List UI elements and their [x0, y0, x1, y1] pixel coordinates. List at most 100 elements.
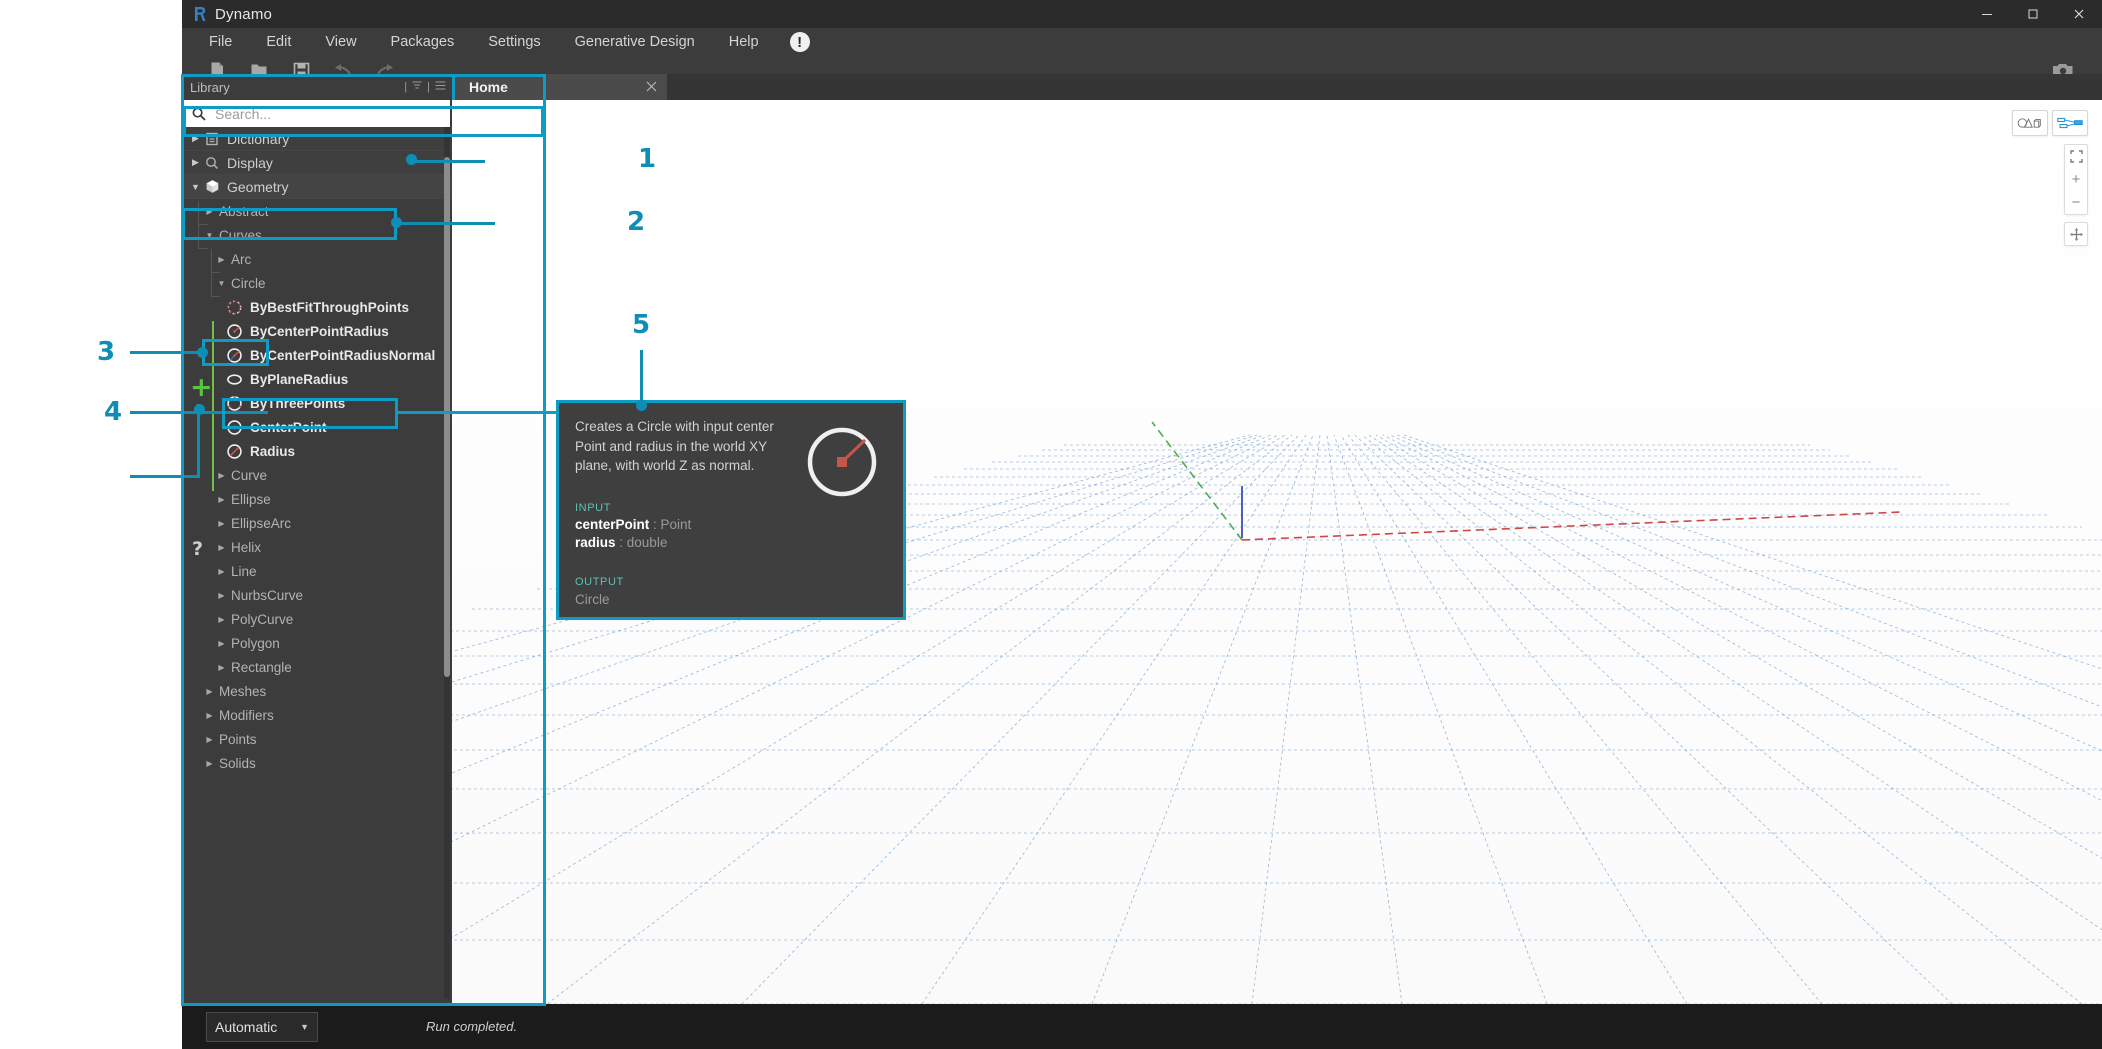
sidebar-item-nurbscurve[interactable]: ▶ NurbsCurve [182, 583, 452, 607]
menu-item-settings[interactable]: Settings [471, 28, 557, 56]
callout-3-dot [197, 347, 208, 358]
chevron-right-icon[interactable]: ▶ [204, 759, 215, 768]
circle-centerradius-icon [222, 321, 246, 341]
node-bycenterpointradius[interactable]: ByCenterPointRadius [182, 319, 452, 343]
chevron-down-icon[interactable]: ▼ [190, 182, 201, 192]
node-graph-toggle-group[interactable] [2052, 110, 2088, 136]
callout-2-line [395, 222, 495, 225]
help-question-marker: ? [192, 538, 203, 560]
close-icon[interactable] [646, 80, 657, 95]
node-bybestfitthroughpoints[interactable]: ByBestFitThroughPoints [182, 295, 452, 319]
menu-item-help[interactable]: Help [712, 28, 776, 56]
filter-icon[interactable] [412, 81, 422, 93]
chevron-right-icon[interactable]: ▶ [216, 543, 227, 552]
menu-item-file[interactable]: File [192, 28, 249, 56]
chevron-right-icon[interactable]: ▶ [216, 471, 227, 480]
menu-bar: File Edit View Packages Settings Generat… [182, 28, 2102, 56]
fit-to-screen-icon[interactable] [2064, 145, 2088, 168]
alert-exclamation-icon[interactable]: ! [790, 32, 810, 52]
node-radius[interactable]: Radius [182, 439, 452, 463]
sidebar-item-label: Curve [231, 468, 267, 483]
sidebar-item-dictionary[interactable]: ▶ Dictionary [182, 127, 452, 151]
chevron-right-icon[interactable]: ▶ [204, 711, 215, 720]
dynamo-logo-icon [190, 4, 212, 24]
cube-icon [201, 179, 223, 194]
node-bycenterpointradiusnormal[interactable]: ByCenterPointRadiusNormal [182, 343, 452, 367]
geometry-display-group[interactable] [2012, 110, 2048, 136]
sidebar-item-abstract[interactable]: ▶ Abstract [182, 199, 452, 223]
tooltip-sep: : [649, 517, 660, 532]
sidebar-item-curve[interactable]: ▶ Curve [182, 463, 452, 487]
sidebar-item-label: Circle [231, 276, 266, 291]
sidebar-item-modifiers[interactable]: ▶ Modifiers [182, 703, 452, 727]
menu-item-view[interactable]: View [308, 28, 373, 56]
sidebar-item-rectangle[interactable]: ▶ Rectangle [182, 655, 452, 679]
maximize-icon[interactable] [2010, 0, 2056, 28]
chevron-right-icon[interactable]: ▶ [216, 591, 227, 600]
tab-home-label: Home [469, 79, 508, 95]
node-label: CenterPoint [250, 420, 327, 435]
tooltip-input-radius: radius : double [575, 535, 887, 550]
geometry-display-icon[interactable] [2017, 112, 2043, 134]
sidebar-item-label: Solids [219, 756, 256, 771]
callout-3-number: 3 [97, 337, 115, 367]
status-bar: Automatic ▼ Run completed. [182, 1004, 2102, 1049]
sidebar-item-ellipse[interactable]: ▶ Ellipse [182, 487, 452, 511]
run-status-text: Run completed. [426, 1019, 517, 1034]
chevron-right-icon[interactable]: ▶ [216, 495, 227, 504]
chevron-right-icon[interactable]: ▶ [190, 157, 201, 168]
menu-item-edit[interactable]: Edit [249, 28, 308, 56]
pan-orbit-icon[interactable] [2064, 222, 2088, 246]
node-tooltip-popup: Creates a Circle with input center Point… [556, 400, 906, 620]
close-icon[interactable] [2056, 0, 2102, 28]
library-title: Library [190, 80, 230, 95]
tooltip-input-heading: INPUT [575, 502, 887, 514]
list-menu-icon[interactable] [435, 81, 446, 93]
tab-home[interactable]: Home [452, 74, 667, 100]
chevron-right-icon[interactable]: ▶ [190, 133, 201, 144]
library-tree[interactable]: ▶ Dictionary ▶ [182, 127, 452, 999]
menu-item-generative-design[interactable]: Generative Design [558, 28, 712, 56]
sidebar-item-arc[interactable]: ▶ Arc [182, 247, 452, 271]
node-graph-toggle-icon[interactable] [2057, 112, 2083, 134]
sidebar-item-polycurve[interactable]: ▶ PolyCurve [182, 607, 452, 631]
chevron-right-icon[interactable]: ▶ [216, 519, 227, 528]
library-scrollbar-thumb[interactable] [444, 157, 450, 677]
sidebar-item-solids[interactable]: ▶ Solids [182, 751, 452, 775]
circle-node-group-rail [212, 321, 214, 491]
chevron-right-icon[interactable]: ▶ [216, 663, 227, 672]
library-panel: Library | | [182, 74, 452, 1004]
chevron-right-icon[interactable]: ▶ [216, 639, 227, 648]
chevron-down-icon[interactable]: ▼ [300, 1022, 309, 1032]
sidebar-item-line[interactable]: ▶ Line [182, 559, 452, 583]
title-bar: Dynamo [182, 0, 2102, 28]
node-centerpoint[interactable]: CenterPoint [182, 415, 452, 439]
minimize-icon[interactable] [1964, 0, 2010, 28]
sidebar-item-circle[interactable]: ▼ Circle [182, 271, 452, 295]
tooltip-output-heading: OUTPUT [575, 576, 887, 588]
chevron-right-icon[interactable]: ▶ [216, 567, 227, 576]
zoom-in-icon[interactable]: + [2064, 168, 2088, 191]
sidebar-item-points[interactable]: ▶ Points [182, 727, 452, 751]
workspace-tab-strip: Home [452, 74, 2102, 100]
chevron-right-icon[interactable]: ▶ [204, 687, 215, 696]
callout-5-dot [636, 400, 647, 411]
node-byplaneradius[interactable]: ByPlaneRadius [182, 367, 452, 391]
menu-item-packages[interactable]: Packages [374, 28, 472, 56]
sidebar-item-geometry[interactable]: ▼ Geometry [182, 175, 452, 199]
library-search-box[interactable] [184, 100, 450, 127]
sidebar-item-polygon[interactable]: ▶ Polygon [182, 631, 452, 655]
run-mode-dropdown[interactable]: Automatic ▼ [206, 1012, 318, 1042]
circle-bestfit-icon [222, 297, 246, 317]
node-label: ByThreePoints [250, 396, 345, 411]
screenshot-root: Dynamo File Edit View Packages Settings … [0, 0, 2102, 1049]
sidebar-item-meshes[interactable]: ▶ Meshes [182, 679, 452, 703]
sidebar-item-curves[interactable]: ▼ Curves [182, 223, 452, 247]
sidebar-item-ellipsearc[interactable]: ▶ EllipseArc [182, 511, 452, 535]
chevron-right-icon[interactable]: ▶ [204, 735, 215, 744]
chevron-right-icon[interactable]: ▶ [216, 615, 227, 624]
search-input[interactable] [215, 106, 442, 122]
sidebar-item-helix[interactable]: ▶ Helix [182, 535, 452, 559]
zoom-out-icon[interactable]: − [2064, 191, 2088, 214]
circle-centerpoint-icon [222, 417, 246, 437]
